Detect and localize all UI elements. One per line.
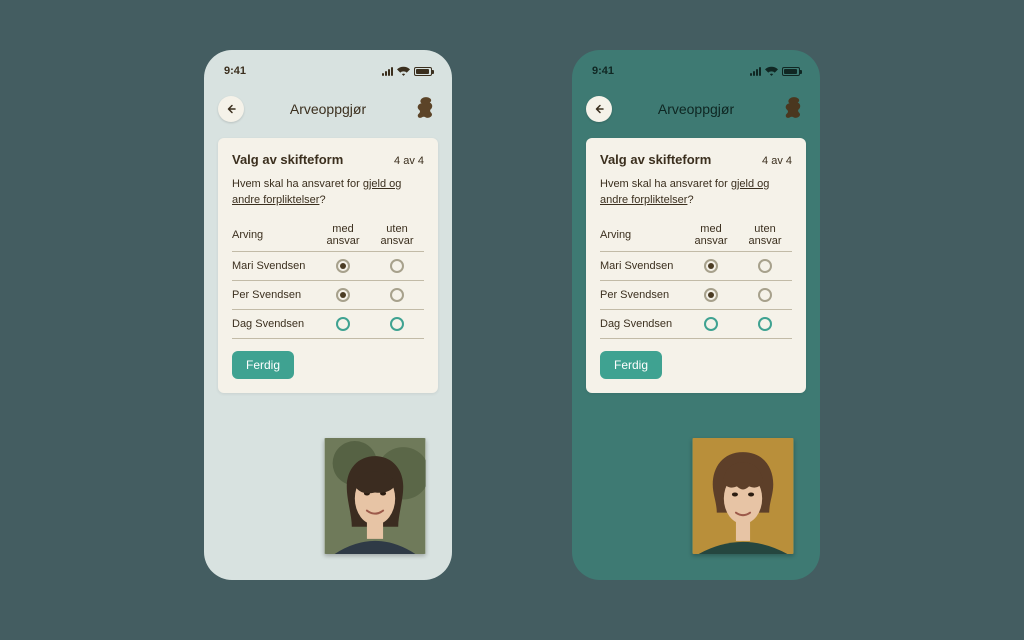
radio-with[interactable] bbox=[336, 259, 350, 273]
app-bar: Arveoppgjør bbox=[218, 94, 438, 124]
table-row: Mari Svendsen bbox=[600, 251, 792, 280]
back-button[interactable] bbox=[218, 96, 244, 122]
card-heading: Valg av skifteform bbox=[232, 152, 343, 167]
heirs-table: Arving med ansvar uten ansvar Mari Svend… bbox=[600, 217, 792, 339]
radio-without[interactable] bbox=[390, 317, 404, 331]
col-with: med ansvar bbox=[316, 217, 370, 252]
assistant-tile[interactable] bbox=[324, 438, 426, 554]
battery-icon bbox=[782, 67, 800, 76]
heir-name: Per Svendsen bbox=[232, 280, 316, 309]
col-with: med ansvar bbox=[684, 217, 738, 252]
col-without: uten ansvar bbox=[738, 217, 792, 252]
status-bar: 9:41 bbox=[586, 64, 806, 78]
page-title: Arveoppgjør bbox=[658, 101, 734, 117]
card-prompt: Hvem skal ha ansvaret for gjeld og andre… bbox=[600, 177, 792, 209]
arrow-left-icon bbox=[593, 103, 605, 115]
status-icons bbox=[382, 66, 432, 76]
status-bar: 9:41 bbox=[218, 64, 438, 78]
portrait-woman-icon bbox=[324, 438, 426, 554]
phone-light: 9:41 Arveoppgjør Valg av skifteform 4 av… bbox=[204, 50, 452, 580]
arrow-left-icon bbox=[225, 103, 237, 115]
radio-without[interactable] bbox=[758, 288, 772, 302]
status-time: 9:41 bbox=[224, 65, 246, 77]
wifi-icon bbox=[397, 66, 410, 76]
radio-with[interactable] bbox=[336, 317, 350, 331]
done-button[interactable]: Ferdig bbox=[600, 351, 662, 379]
col-heir: Arving bbox=[600, 217, 684, 252]
wifi-icon bbox=[765, 66, 778, 76]
page-title: Arveoppgjør bbox=[290, 101, 366, 117]
signal-icon bbox=[750, 67, 761, 76]
table-row: Per Svendsen bbox=[232, 280, 424, 309]
table-row: Dag Svendsen bbox=[600, 309, 792, 338]
heir-name: Mari Svendsen bbox=[600, 251, 684, 280]
coat-of-arms-icon bbox=[780, 95, 806, 124]
heir-name: Mari Svendsen bbox=[232, 251, 316, 280]
step-indicator: 4 av 4 bbox=[394, 155, 424, 167]
radio-without[interactable] bbox=[390, 288, 404, 302]
radio-with[interactable] bbox=[704, 317, 718, 331]
signal-icon bbox=[382, 67, 393, 76]
table-row: Mari Svendsen bbox=[232, 251, 424, 280]
heir-name: Dag Svendsen bbox=[600, 309, 684, 338]
radio-with[interactable] bbox=[336, 288, 350, 302]
radio-without[interactable] bbox=[390, 259, 404, 273]
phone-dark: 9:41 Arveoppgjør Valg av skifteform 4 av… bbox=[572, 50, 820, 580]
form-card: Valg av skifteform 4 av 4 Hvem skal ha a… bbox=[586, 138, 806, 393]
heir-name: Per Svendsen bbox=[600, 280, 684, 309]
heir-name: Dag Svendsen bbox=[232, 309, 316, 338]
app-bar: Arveoppgjør bbox=[586, 94, 806, 124]
col-without: uten ansvar bbox=[370, 217, 424, 252]
status-time: 9:41 bbox=[592, 65, 614, 77]
radio-with[interactable] bbox=[704, 288, 718, 302]
status-icons bbox=[750, 66, 800, 76]
col-heir: Arving bbox=[232, 217, 316, 252]
radio-without[interactable] bbox=[758, 317, 772, 331]
coat-of-arms-icon bbox=[412, 95, 438, 124]
radio-without[interactable] bbox=[758, 259, 772, 273]
table-row: Per Svendsen bbox=[600, 280, 792, 309]
form-card: Valg av skifteform 4 av 4 Hvem skal ha a… bbox=[218, 138, 438, 393]
assistant-tile[interactable] bbox=[692, 438, 794, 554]
battery-icon bbox=[414, 67, 432, 76]
heirs-table: Arving med ansvar uten ansvar Mari Svend… bbox=[232, 217, 424, 339]
step-indicator: 4 av 4 bbox=[762, 155, 792, 167]
back-button[interactable] bbox=[586, 96, 612, 122]
radio-with[interactable] bbox=[704, 259, 718, 273]
done-button[interactable]: Ferdig bbox=[232, 351, 294, 379]
card-prompt: Hvem skal ha ansvaret for gjeld og andre… bbox=[232, 177, 424, 209]
portrait-man-icon bbox=[692, 438, 794, 554]
card-heading: Valg av skifteform bbox=[600, 152, 711, 167]
table-row: Dag Svendsen bbox=[232, 309, 424, 338]
